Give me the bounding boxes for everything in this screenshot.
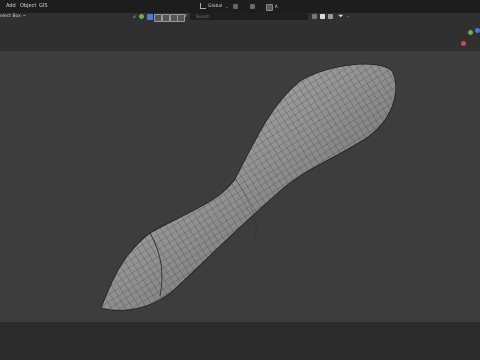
chevron-down-icon[interactable]: ⌄ <box>346 13 349 18</box>
search-icon: ⌕ <box>184 12 188 19</box>
menu-object[interactable]: Object <box>20 3 36 9</box>
3d-viewport[interactable] <box>0 51 480 322</box>
select-box-dropdown[interactable]: elect Box ~ <box>0 14 26 19</box>
select-mode-face-icon[interactable] <box>162 14 170 22</box>
copy-icon[interactable] <box>320 14 325 19</box>
select-mode-edge-icon[interactable] <box>154 14 162 22</box>
pivot-icon[interactable] <box>233 4 238 9</box>
orientation-icon <box>200 3 206 9</box>
menu-gis[interactable]: GIS <box>39 3 48 9</box>
search-input[interactable]: Search <box>190 13 308 20</box>
menu-add[interactable]: Add <box>6 3 16 9</box>
viewport-header: elect Box ~ Global ⌄ ∧ ↙ ⌕ Search ⏷ ⌄ <box>0 3 480 51</box>
menu-bar: Add Object GIS <box>0 0 480 13</box>
collapse-icon[interactable] <box>312 14 317 19</box>
proportional-icon[interactable] <box>266 4 273 11</box>
gizmo-x-axis-icon[interactable] <box>461 41 466 46</box>
paste-icon[interactable] <box>328 14 333 19</box>
cursor-icon[interactable]: ↙ <box>133 14 137 20</box>
status-bar <box>0 322 480 360</box>
gizmo-y-axis-icon[interactable] <box>468 30 473 35</box>
mesh-object[interactable] <box>0 51 480 322</box>
falloff-icon[interactable]: ∧ <box>274 3 278 10</box>
gizmo-z-axis-icon[interactable] <box>475 28 480 33</box>
snap-icon[interactable] <box>250 4 255 9</box>
search-placeholder: Search <box>196 14 210 19</box>
filter-icon[interactable]: ⏷ <box>338 12 344 21</box>
sphere-icon[interactable] <box>139 14 144 19</box>
select-mode-icon[interactable] <box>147 14 153 20</box>
chevron-down-icon[interactable]: ⌄ <box>225 4 228 9</box>
transform-orientation-dropdown[interactable]: Global <box>208 4 222 9</box>
